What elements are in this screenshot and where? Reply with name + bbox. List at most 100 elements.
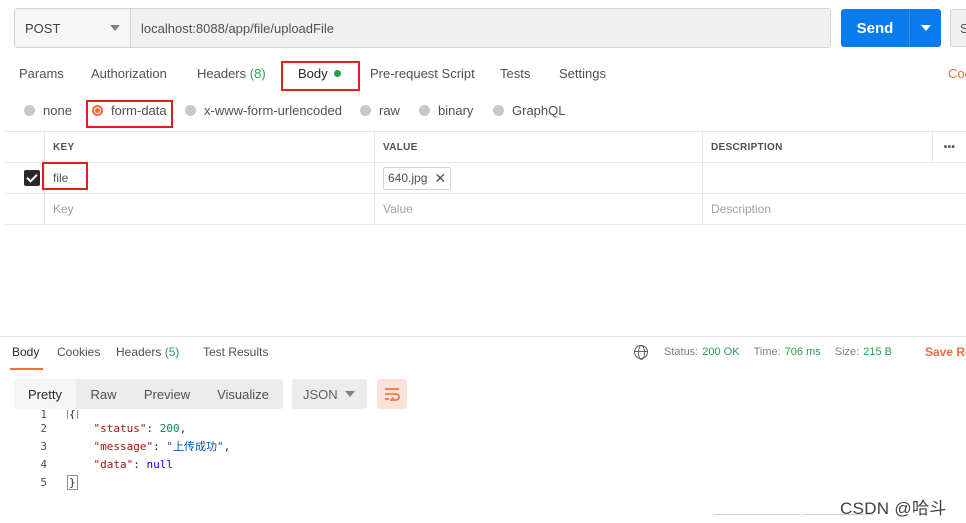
checkbox[interactable] — [24, 170, 40, 186]
file-chip: 640.jpg ✕ — [383, 166, 452, 190]
form-data-table: KEY VALUE DESCRIPTION ••• file 640.jpg ✕ … — [4, 131, 966, 225]
tab-label: Tests — [500, 66, 531, 81]
tab-pre-request-script[interactable]: Pre-request Script — [370, 66, 475, 81]
chevron-down-icon — [110, 25, 120, 31]
format-visualize[interactable]: Visualize — [203, 379, 283, 409]
url-input[interactable]: localhost:8088/app/file/uploadFile — [131, 9, 830, 47]
json-value: "上传成功" — [166, 440, 224, 453]
response-tab-body[interactable]: Body — [12, 345, 39, 359]
radio-raw[interactable]: raw — [360, 103, 400, 118]
radio-none[interactable]: none — [24, 103, 72, 118]
radio-icon — [24, 105, 35, 116]
language-label: JSON — [303, 386, 338, 402]
runner-tab[interactable] — [803, 514, 873, 523]
header-checkbox-cell — [4, 132, 44, 162]
wrap-lines-button[interactable] — [377, 379, 407, 409]
code-line: 2 "status": 200, — [0, 419, 966, 437]
radio-label: none — [43, 103, 72, 118]
radio-icon — [493, 105, 504, 116]
radio-label: x-www-form-urlencoded — [204, 103, 342, 118]
tab-label: Authorization — [91, 66, 167, 81]
radio-label: GraphQL — [512, 103, 566, 118]
tab-params[interactable]: Params — [19, 66, 64, 81]
save-button[interactable]: S — [950, 9, 966, 47]
file-name: 640.jpg — [388, 171, 428, 185]
tab-tests[interactable]: Tests — [500, 66, 530, 81]
radio-x-www-form-urlencoded[interactable]: x-www-form-urlencoded — [185, 103, 342, 118]
tab-label: Settings — [559, 66, 606, 81]
tab-label: Headers — [116, 345, 162, 359]
time-label: Time: — [753, 346, 781, 358]
row-checkbox-cell — [4, 163, 44, 193]
radio-binary[interactable]: binary — [419, 103, 473, 118]
json-value: null — [146, 457, 174, 471]
status-label: Status: — [664, 346, 699, 358]
format-raw[interactable]: Raw — [76, 379, 131, 409]
send-label: Send — [856, 19, 894, 37]
response-tab-headers[interactable]: Headers (5) — [116, 345, 179, 359]
response-meta: Status: 200 OK Time: 706 ms Size: 215 B — [634, 345, 892, 360]
radio-icon — [419, 105, 430, 116]
code-punct: , — [179, 421, 187, 435]
tab-label: Cookies — [57, 345, 101, 359]
save-response-button[interactable]: Save Re — [925, 345, 966, 359]
format-toggle: Pretty Raw Preview Visualize — [14, 379, 283, 409]
code-line: 1{ — [0, 410, 966, 419]
table-row: file 640.jpg ✕ — [4, 163, 966, 194]
value-input[interactable]: Value — [374, 194, 702, 224]
json-key: "message" — [93, 440, 154, 453]
tab-settings[interactable]: Settings — [559, 66, 606, 81]
key-input[interactable]: Key — [44, 194, 374, 224]
json-key: "data" — [93, 457, 134, 471]
json-key: "status" — [93, 421, 147, 435]
line-number: 3 — [40, 439, 47, 453]
row-checkbox-cell — [4, 194, 44, 224]
tab-headers[interactable]: Headers (8) — [197, 66, 266, 81]
time-value: 706 ms — [784, 346, 821, 358]
response-tab-test-results[interactable]: Test Results — [203, 345, 268, 359]
radio-graphql[interactable]: GraphQL — [493, 103, 565, 118]
send-options-button[interactable] — [909, 9, 941, 47]
tab-authorization[interactable]: Authorization — [91, 66, 167, 81]
headers-count: (8) — [249, 66, 266, 81]
close-icon[interactable]: ✕ — [434, 170, 446, 187]
table-row: Key Value Description — [4, 194, 966, 225]
request-bar: POST localhost:8088/app/file/uploadFile — [14, 8, 831, 48]
size-label: Size: — [834, 346, 860, 358]
code-text: { — [67, 410, 78, 419]
description-placeholder: Description — [711, 202, 772, 216]
response-tab-cookies[interactable]: Cookies — [57, 345, 100, 359]
description-field[interactable] — [702, 163, 932, 193]
chevron-down-icon — [920, 25, 931, 31]
header-value: VALUE — [374, 132, 702, 162]
size-value: 215 B — [863, 346, 892, 358]
radio-label: binary — [438, 103, 474, 118]
cookies-link[interactable]: Coo — [948, 66, 966, 81]
format-pretty[interactable]: Pretty — [14, 379, 76, 409]
status-bar — [0, 514, 966, 523]
tab-label: Pre-request Script — [370, 66, 475, 81]
description-input[interactable]: Description — [702, 194, 932, 224]
tab-label: Test Results — [203, 345, 269, 359]
tab-label: Headers — [197, 66, 247, 81]
code-line: 5} — [0, 473, 966, 491]
highlight-box — [42, 162, 88, 190]
highlight-box — [86, 100, 173, 128]
request-tabs: Params Authorization Headers (8) Body Pr… — [0, 66, 966, 86]
key-field[interactable]: file — [44, 163, 374, 193]
format-preview[interactable]: Preview — [131, 379, 203, 409]
language-select[interactable]: JSON — [292, 379, 367, 409]
send-button[interactable]: Send — [841, 9, 941, 47]
method-select[interactable]: POST — [15, 9, 131, 47]
bootcamp-tab[interactable] — [714, 514, 800, 523]
value-field[interactable]: 640.jpg ✕ — [374, 163, 702, 193]
more-options-icon[interactable]: ••• — [932, 132, 966, 162]
code-line: 4 "data": null — [0, 455, 966, 473]
method-label: POST — [25, 20, 61, 36]
divider — [0, 336, 966, 337]
globe-icon[interactable] — [634, 345, 648, 360]
headers-count: (5) — [164, 345, 180, 359]
key-placeholder: Key — [53, 202, 74, 216]
value-placeholder: Value — [383, 202, 413, 216]
radio-icon — [185, 105, 196, 116]
